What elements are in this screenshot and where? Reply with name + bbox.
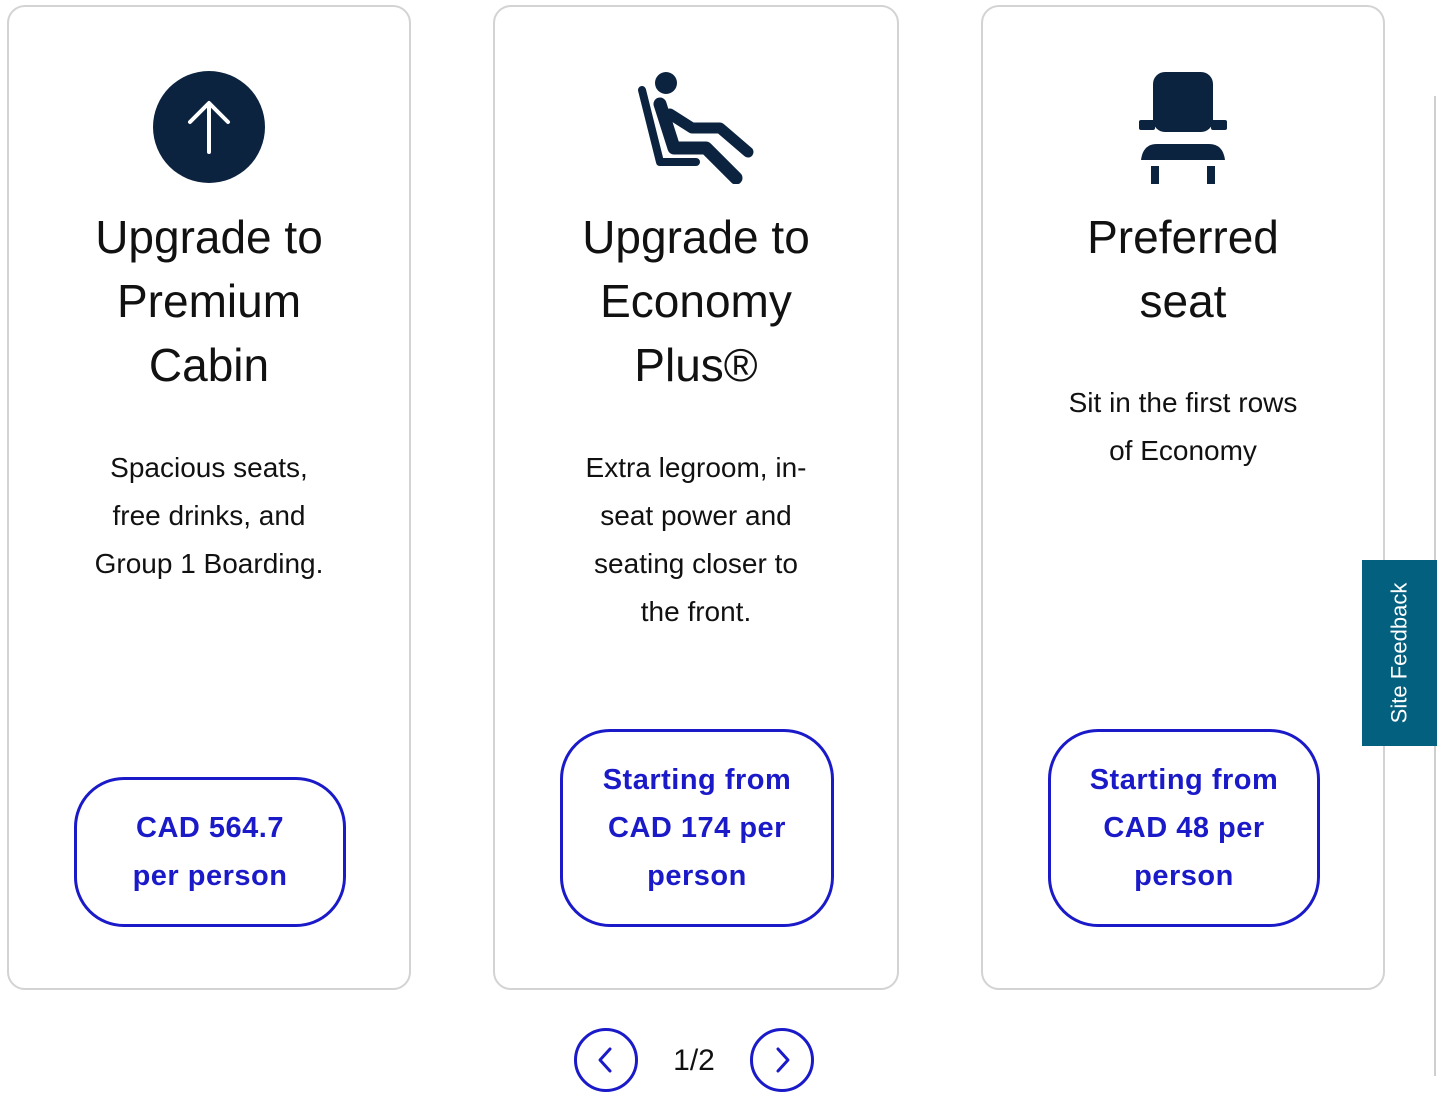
previous-page-button[interactable] — [574, 1028, 638, 1092]
carousel-pager: 1/2 — [574, 1028, 818, 1094]
card-title: Upgrade to Premium Cabin — [95, 211, 323, 391]
next-page-button[interactable] — [750, 1028, 814, 1092]
site-feedback-tab[interactable]: Site Feedback — [1362, 560, 1437, 746]
preferred-seat-price-button[interactable]: Starting from CAD 48 per person — [1048, 729, 1320, 927]
site-feedback-label: Site Feedback — [1386, 582, 1412, 724]
card-title: Preferred seat — [1087, 211, 1279, 327]
card-title: Upgrade to Economy Plus® — [582, 211, 810, 391]
reclined-seat-person-icon — [638, 72, 754, 184]
card-description: Extra legroom, in- seat power and seatin… — [585, 452, 807, 627]
premium-cabin-price-button[interactable]: CAD 564.7 per person — [74, 777, 346, 927]
economy-plus-price-button[interactable]: Starting from CAD 174 per person — [560, 729, 834, 927]
upgrade-arrow-icon — [153, 71, 265, 183]
chevron-left-icon — [598, 1047, 612, 1073]
card-description: Spacious seats, free drinks, and Group 1… — [94, 452, 324, 579]
premium-cabin-card: Upgrade to Premium Cabin Spacious seats,… — [7, 5, 411, 990]
chevron-right-icon — [776, 1047, 790, 1073]
preferred-seat-card: Preferred seat Sit in the first rows of … — [981, 5, 1385, 990]
economy-plus-card: Upgrade to Economy Plus® Extra legroom, … — [493, 5, 899, 990]
seat-icon — [1139, 72, 1227, 184]
page-indicator: 1/2 — [673, 1044, 715, 1077]
card-description: Sit in the first rows of Economy — [1068, 387, 1298, 466]
